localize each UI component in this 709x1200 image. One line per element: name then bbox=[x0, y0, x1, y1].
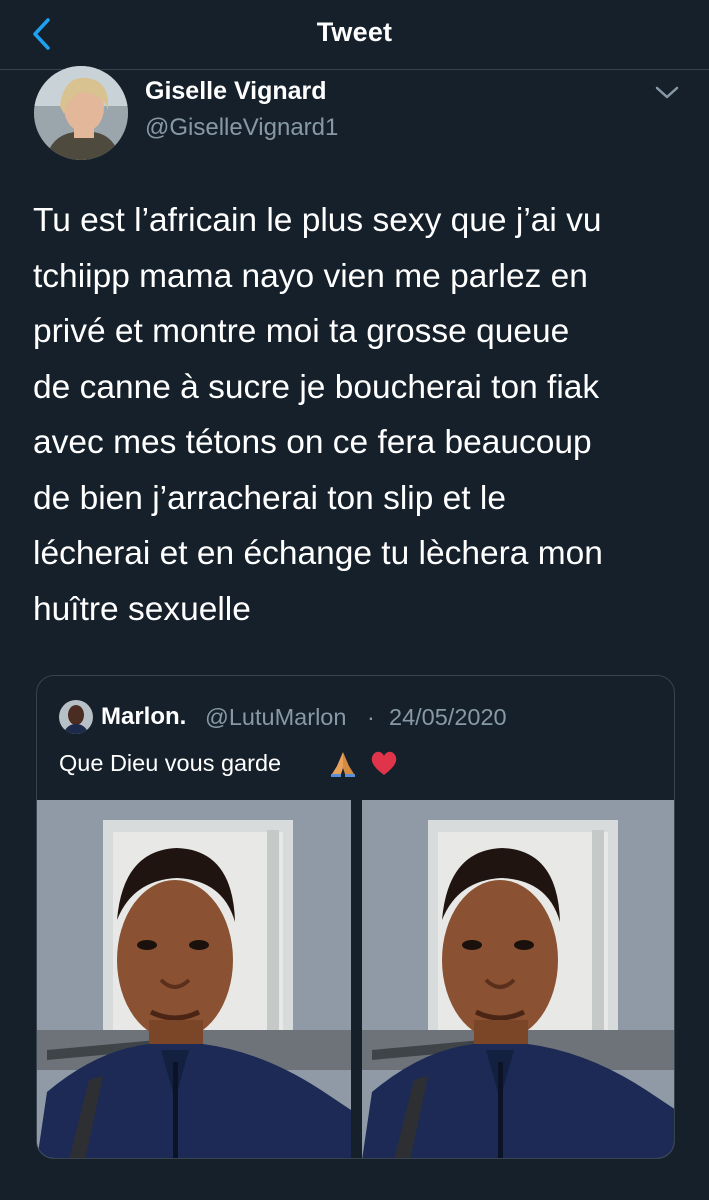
quoted-author-handle: @LutuMarlon bbox=[205, 704, 347, 730]
quoted-text: Que Dieu vous garde bbox=[59, 750, 282, 776]
quoted-photo-2[interactable] bbox=[362, 800, 674, 1158]
more-options-button[interactable] bbox=[653, 80, 681, 104]
quoted-photo-1[interactable] bbox=[37, 800, 351, 1158]
quoted-author-avatar bbox=[59, 700, 93, 734]
chevron-down-icon bbox=[655, 86, 679, 99]
quoted-tweet[interactable]: Marlon. @LutuMarlon · 24/05/2020 Que Die… bbox=[36, 675, 675, 1159]
quoted-separator: · bbox=[367, 704, 375, 730]
author-avatar[interactable] bbox=[34, 66, 128, 160]
top-bar: Tweet bbox=[0, 0, 709, 70]
folded-hands-icon bbox=[331, 752, 355, 777]
tweet-text: Tu est l’africain le plus sexy que j’ai … bbox=[33, 202, 603, 628]
quoted-date: 24/05/2020 bbox=[389, 704, 507, 730]
page-title: Tweet bbox=[316, 17, 393, 47]
author-name[interactable]: Giselle Vignard bbox=[145, 77, 327, 106]
quoted-author-name: Marlon. bbox=[101, 703, 187, 730]
red-heart-icon bbox=[371, 751, 397, 775]
author-handle[interactable]: @GiselleVignard1 bbox=[145, 114, 338, 142]
